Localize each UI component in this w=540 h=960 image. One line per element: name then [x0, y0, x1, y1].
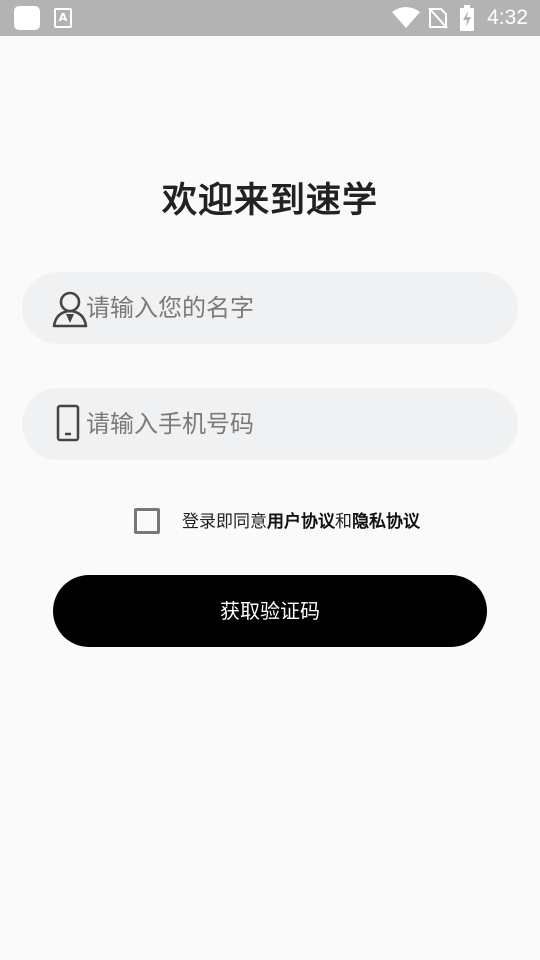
privacy-agreement-link[interactable]: 隐私协议	[352, 512, 420, 532]
no-sim-icon	[428, 7, 448, 29]
battery-charging-icon	[460, 5, 474, 31]
phone-input[interactable]	[86, 388, 496, 460]
name-input[interactable]	[86, 272, 496, 344]
app-icon	[14, 6, 40, 30]
agreement-prefix: 登录即同意	[182, 512, 267, 532]
agreement-checkbox[interactable]	[134, 508, 160, 534]
user-icon	[52, 291, 88, 328]
name-field[interactable]	[22, 272, 518, 344]
agreement-conjunction: 和	[335, 512, 352, 532]
agreement-text: 登录即同意用户协议和隐私协议	[182, 510, 420, 534]
phone-field[interactable]	[22, 388, 518, 460]
page-title: 欢迎来到速学	[161, 181, 378, 221]
font-a-icon: A	[54, 8, 72, 28]
status-bar: A 4:32	[0, 0, 540, 36]
user-agreement-link[interactable]: 用户协议	[267, 512, 335, 532]
wifi-icon	[392, 7, 420, 28]
status-time: 4:32	[487, 6, 528, 29]
get-verification-code-button[interactable]: 获取验证码	[53, 575, 487, 647]
phone-icon	[56, 404, 80, 442]
